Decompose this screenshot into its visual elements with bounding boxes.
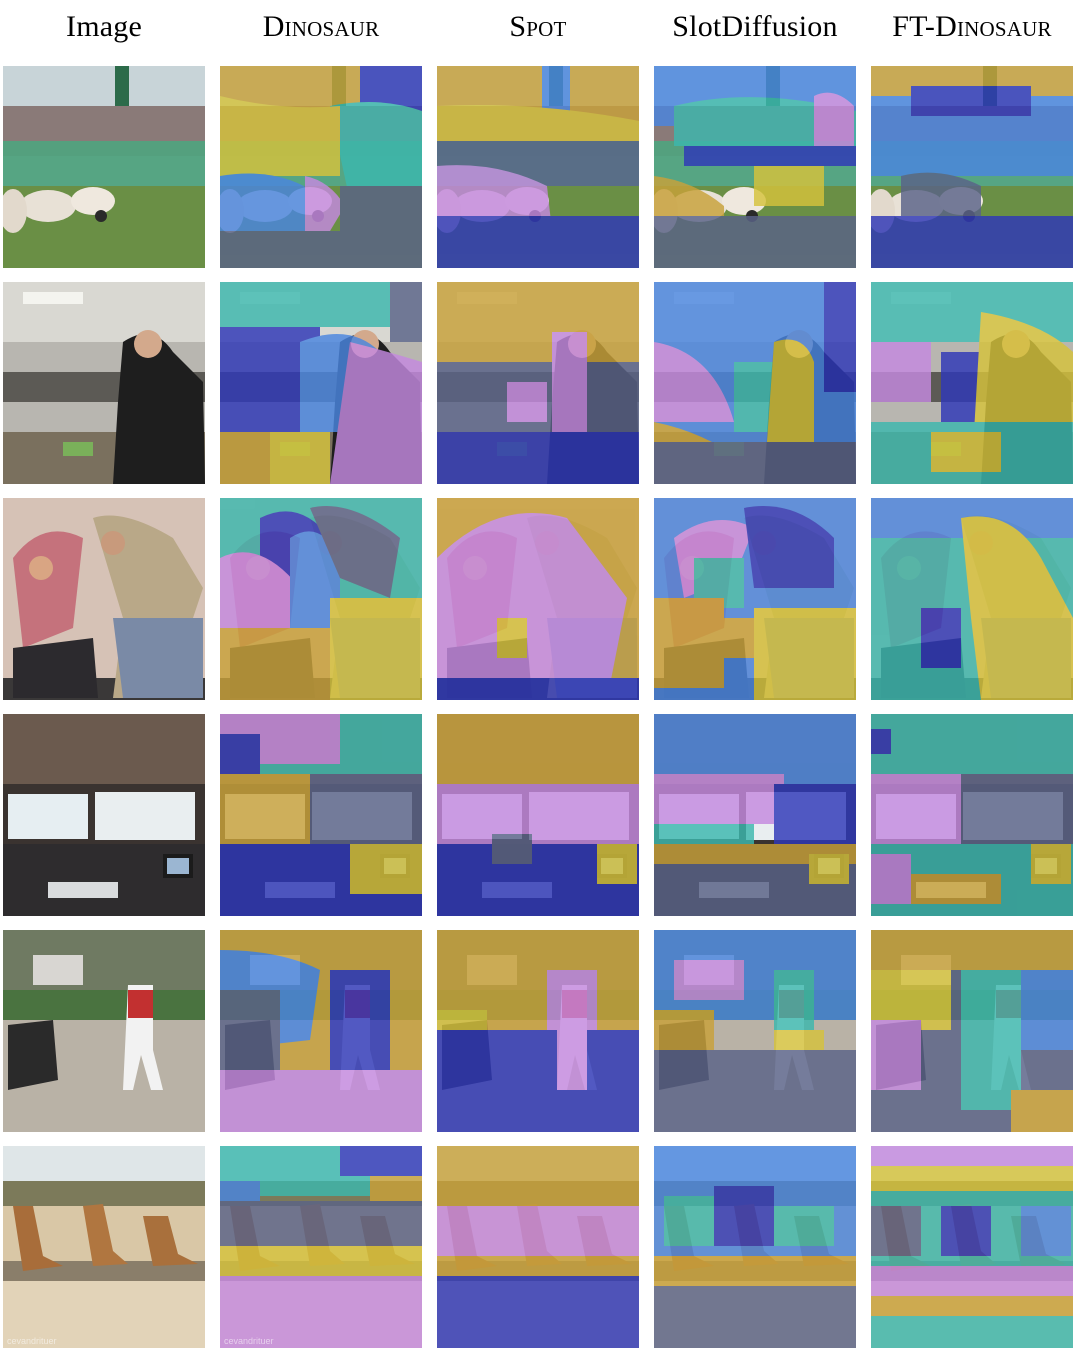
- tile-graphic: [871, 282, 1073, 484]
- input-image-desk-monitors: [3, 714, 205, 916]
- ft-dinosaur-mask-desk-monitors: [871, 714, 1073, 916]
- tile-graphic: [437, 930, 639, 1132]
- tile-graphic: [654, 714, 856, 916]
- tile-graphic: [220, 66, 422, 268]
- dinosaur-mask-couple-stretching: [220, 498, 422, 700]
- ft-dinosaur-mask-sheep-herding: [871, 66, 1073, 268]
- ft-dinosaur-mask-baseball-batter: [871, 930, 1073, 1132]
- tile-graphic: [3, 498, 205, 700]
- spot-mask-baseball-batter: [437, 930, 639, 1132]
- watermark-text: cevandrituer: [224, 1336, 274, 1346]
- tile-graphic: [220, 930, 422, 1132]
- input-image-giraffes-drinking: cevandrituer: [3, 1146, 205, 1348]
- dinosaur-mask-baseball-batter: [220, 930, 422, 1132]
- dinosaur-mask-desk-monitors: [220, 714, 422, 916]
- dinosaur-mask-kitchen-chef: [220, 282, 422, 484]
- tile-graphic: [871, 498, 1073, 700]
- tile-graphic: [220, 282, 422, 484]
- tile-graphic: [220, 498, 422, 700]
- input-image-sheep-herding: [3, 66, 205, 268]
- input-image-kitchen-chef: [3, 282, 205, 484]
- tile-graphic: [3, 1146, 205, 1348]
- input-image-baseball-batter: [3, 930, 205, 1132]
- slotdiffusion-mask-desk-monitors: [654, 714, 856, 916]
- tile-graphic: [654, 282, 856, 484]
- tile-graphic: [654, 498, 856, 700]
- spot-mask-kitchen-chef: [437, 282, 639, 484]
- spot-mask-giraffes-drinking: [437, 1146, 639, 1348]
- input-image-couple-stretching: [3, 498, 205, 700]
- ft-dinosaur-mask-couple-stretching: [871, 498, 1073, 700]
- spot-mask-desk-monitors: [437, 714, 639, 916]
- tile-graphic: [654, 66, 856, 268]
- watermark-text: cevandrituer: [7, 1336, 57, 1346]
- slotdiffusion-mask-giraffes-drinking: [654, 1146, 856, 1348]
- tile-graphic: [871, 1146, 1073, 1348]
- tile-graphic: [654, 930, 856, 1132]
- slotdiffusion-mask-baseball-batter: [654, 930, 856, 1132]
- tile-graphic: [220, 1146, 422, 1348]
- tile-graphic: [3, 714, 205, 916]
- slotdiffusion-mask-couple-stretching: [654, 498, 856, 700]
- tile-graphic: [654, 1146, 856, 1348]
- tile-graphic: [437, 498, 639, 700]
- ft-dinosaur-mask-kitchen-chef: [871, 282, 1073, 484]
- tile-graphic: [871, 714, 1073, 916]
- tile-graphic: [871, 66, 1073, 268]
- tile-graphic: [437, 714, 639, 916]
- slotdiffusion-mask-sheep-herding: [654, 66, 856, 268]
- spot-mask-sheep-herding: [437, 66, 639, 268]
- dinosaur-mask-sheep-herding: [220, 66, 422, 268]
- spot-mask-couple-stretching: [437, 498, 639, 700]
- tile-graphic: [437, 66, 639, 268]
- tile-graphic: [3, 66, 205, 268]
- dinosaur-mask-giraffes-drinking: cevandrituer: [220, 1146, 422, 1348]
- tile-graphic: [220, 714, 422, 916]
- tile-graphic: [3, 930, 205, 1132]
- slotdiffusion-mask-kitchen-chef: [654, 282, 856, 484]
- tile-graphic: [871, 930, 1073, 1132]
- ft-dinosaur-mask-giraffes-drinking: [871, 1146, 1073, 1348]
- segmentation-comparison-grid: cevandrituer cevandrituer: [0, 0, 1080, 1352]
- tile-graphic: [437, 282, 639, 484]
- tile-graphic: [3, 282, 205, 484]
- tile-graphic: [437, 1146, 639, 1348]
